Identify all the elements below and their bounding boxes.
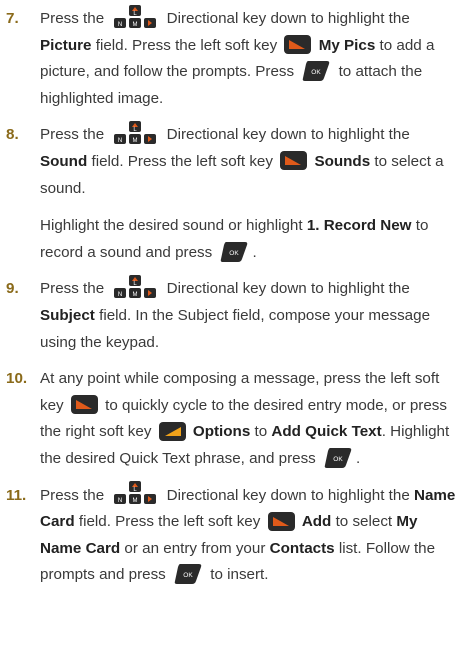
step-text-fragment: to select xyxy=(335,513,393,531)
dir-key-mid-label: M xyxy=(133,292,138,298)
ok-key-label: OK xyxy=(312,69,322,76)
step-text: Press the LNM Directional key down to hi… xyxy=(40,121,460,266)
step-text-fragment: field. Press the left soft key xyxy=(78,513,261,531)
step-text: Press the LNM Directional key down to hi… xyxy=(40,275,460,356)
soft-key-label: Options xyxy=(192,423,251,441)
step-11: 11. Press the LNM Directional key down t… xyxy=(6,481,460,589)
step-text-fragment: Directional key down to highlight the xyxy=(166,126,410,144)
ok-key-label: OK xyxy=(183,572,193,579)
dir-key-mid-label: M xyxy=(133,498,138,504)
directional-key-icon: LNM xyxy=(112,481,158,505)
ok-key-icon: OK xyxy=(174,564,202,585)
step-text-fragment: field. Press the left soft key xyxy=(91,152,273,170)
step-8: 8. Press the LNM Directional key down to… xyxy=(6,121,460,266)
step-number: 10. xyxy=(6,370,28,388)
step-text-fragment: Press the xyxy=(40,10,105,27)
step-text-fragment: Press the xyxy=(40,486,105,504)
right-soft-key-icon xyxy=(158,421,186,441)
directional-key-icon: LNM xyxy=(112,121,158,145)
step-10: 10. At any point while composing a messa… xyxy=(6,366,460,472)
step-text: Press the LNM Directional key down to hi… xyxy=(40,4,460,112)
soft-key-label: My Pics xyxy=(318,36,376,54)
step-text-fragment: Directional key down to highlight the xyxy=(166,486,410,504)
ok-key-label: OK xyxy=(230,250,240,257)
step-text-fragment: Press the xyxy=(40,280,105,298)
field-name: Subject xyxy=(40,306,95,324)
ok-key-icon: OK xyxy=(302,61,330,82)
step-text-fragment: Directional key down to highlight the xyxy=(166,10,410,27)
step-number: 8. xyxy=(6,126,19,144)
left-soft-key-icon xyxy=(70,395,98,415)
left-soft-key-icon xyxy=(280,151,308,171)
step-text-fragment: Highlight the desired sound or highlight xyxy=(40,217,303,235)
dir-key-left-label: N xyxy=(118,498,122,504)
soft-key-label: Sounds xyxy=(314,152,371,170)
dir-key-mid-label: M xyxy=(133,138,138,144)
step-text-fragment: . xyxy=(252,243,257,261)
step-text: At any point while composing a message, … xyxy=(40,366,460,472)
step-text-fragment: field. In the Subject field, compose you… xyxy=(40,306,431,351)
step-text: Press the LNM Directional key down to hi… xyxy=(40,481,460,589)
menu-option: Add Quick Text xyxy=(271,423,382,441)
ok-key-icon: OK xyxy=(220,241,248,262)
left-soft-key-icon xyxy=(267,511,295,531)
step-text-fragment: . xyxy=(356,449,361,467)
dir-key-mid-label: M xyxy=(133,22,138,28)
step-text-fragment: to xyxy=(254,423,268,441)
menu-option: 1. Record New xyxy=(306,217,412,235)
step-text-fragment: or an entry from your xyxy=(124,539,266,557)
field-name: Picture xyxy=(40,36,92,54)
step-text-fragment: Press the xyxy=(40,126,105,144)
ok-key-label: OK xyxy=(333,456,343,463)
manual-page: 7. Press the LNM Directional key down to… xyxy=(0,0,474,645)
step-number: 7. xyxy=(6,10,19,27)
step-text-fragment: to insert. xyxy=(210,566,269,584)
menu-option: Contacts xyxy=(269,539,335,557)
step-number: 11. xyxy=(6,486,27,504)
field-name: Sound xyxy=(40,152,88,170)
step-9: 9. Press the LNM Directional key down to… xyxy=(6,275,460,356)
dir-key-left-label: N xyxy=(118,292,122,298)
soft-key-label: Add xyxy=(301,513,332,531)
step-number: 9. xyxy=(6,280,19,298)
step-7: 7. Press the LNM Directional key down to… xyxy=(6,4,460,112)
directional-key-icon: LNM xyxy=(112,4,158,29)
step-text-fragment: Directional key down to highlight the xyxy=(166,280,410,298)
dir-key-left-label: N xyxy=(118,22,122,28)
directional-key-icon: LNM xyxy=(112,275,158,299)
left-soft-key-icon xyxy=(284,35,312,55)
dir-key-left-label: N xyxy=(118,138,122,144)
ok-key-icon: OK xyxy=(324,447,352,468)
step-text-fragment: field. Press the left soft key xyxy=(95,36,278,54)
